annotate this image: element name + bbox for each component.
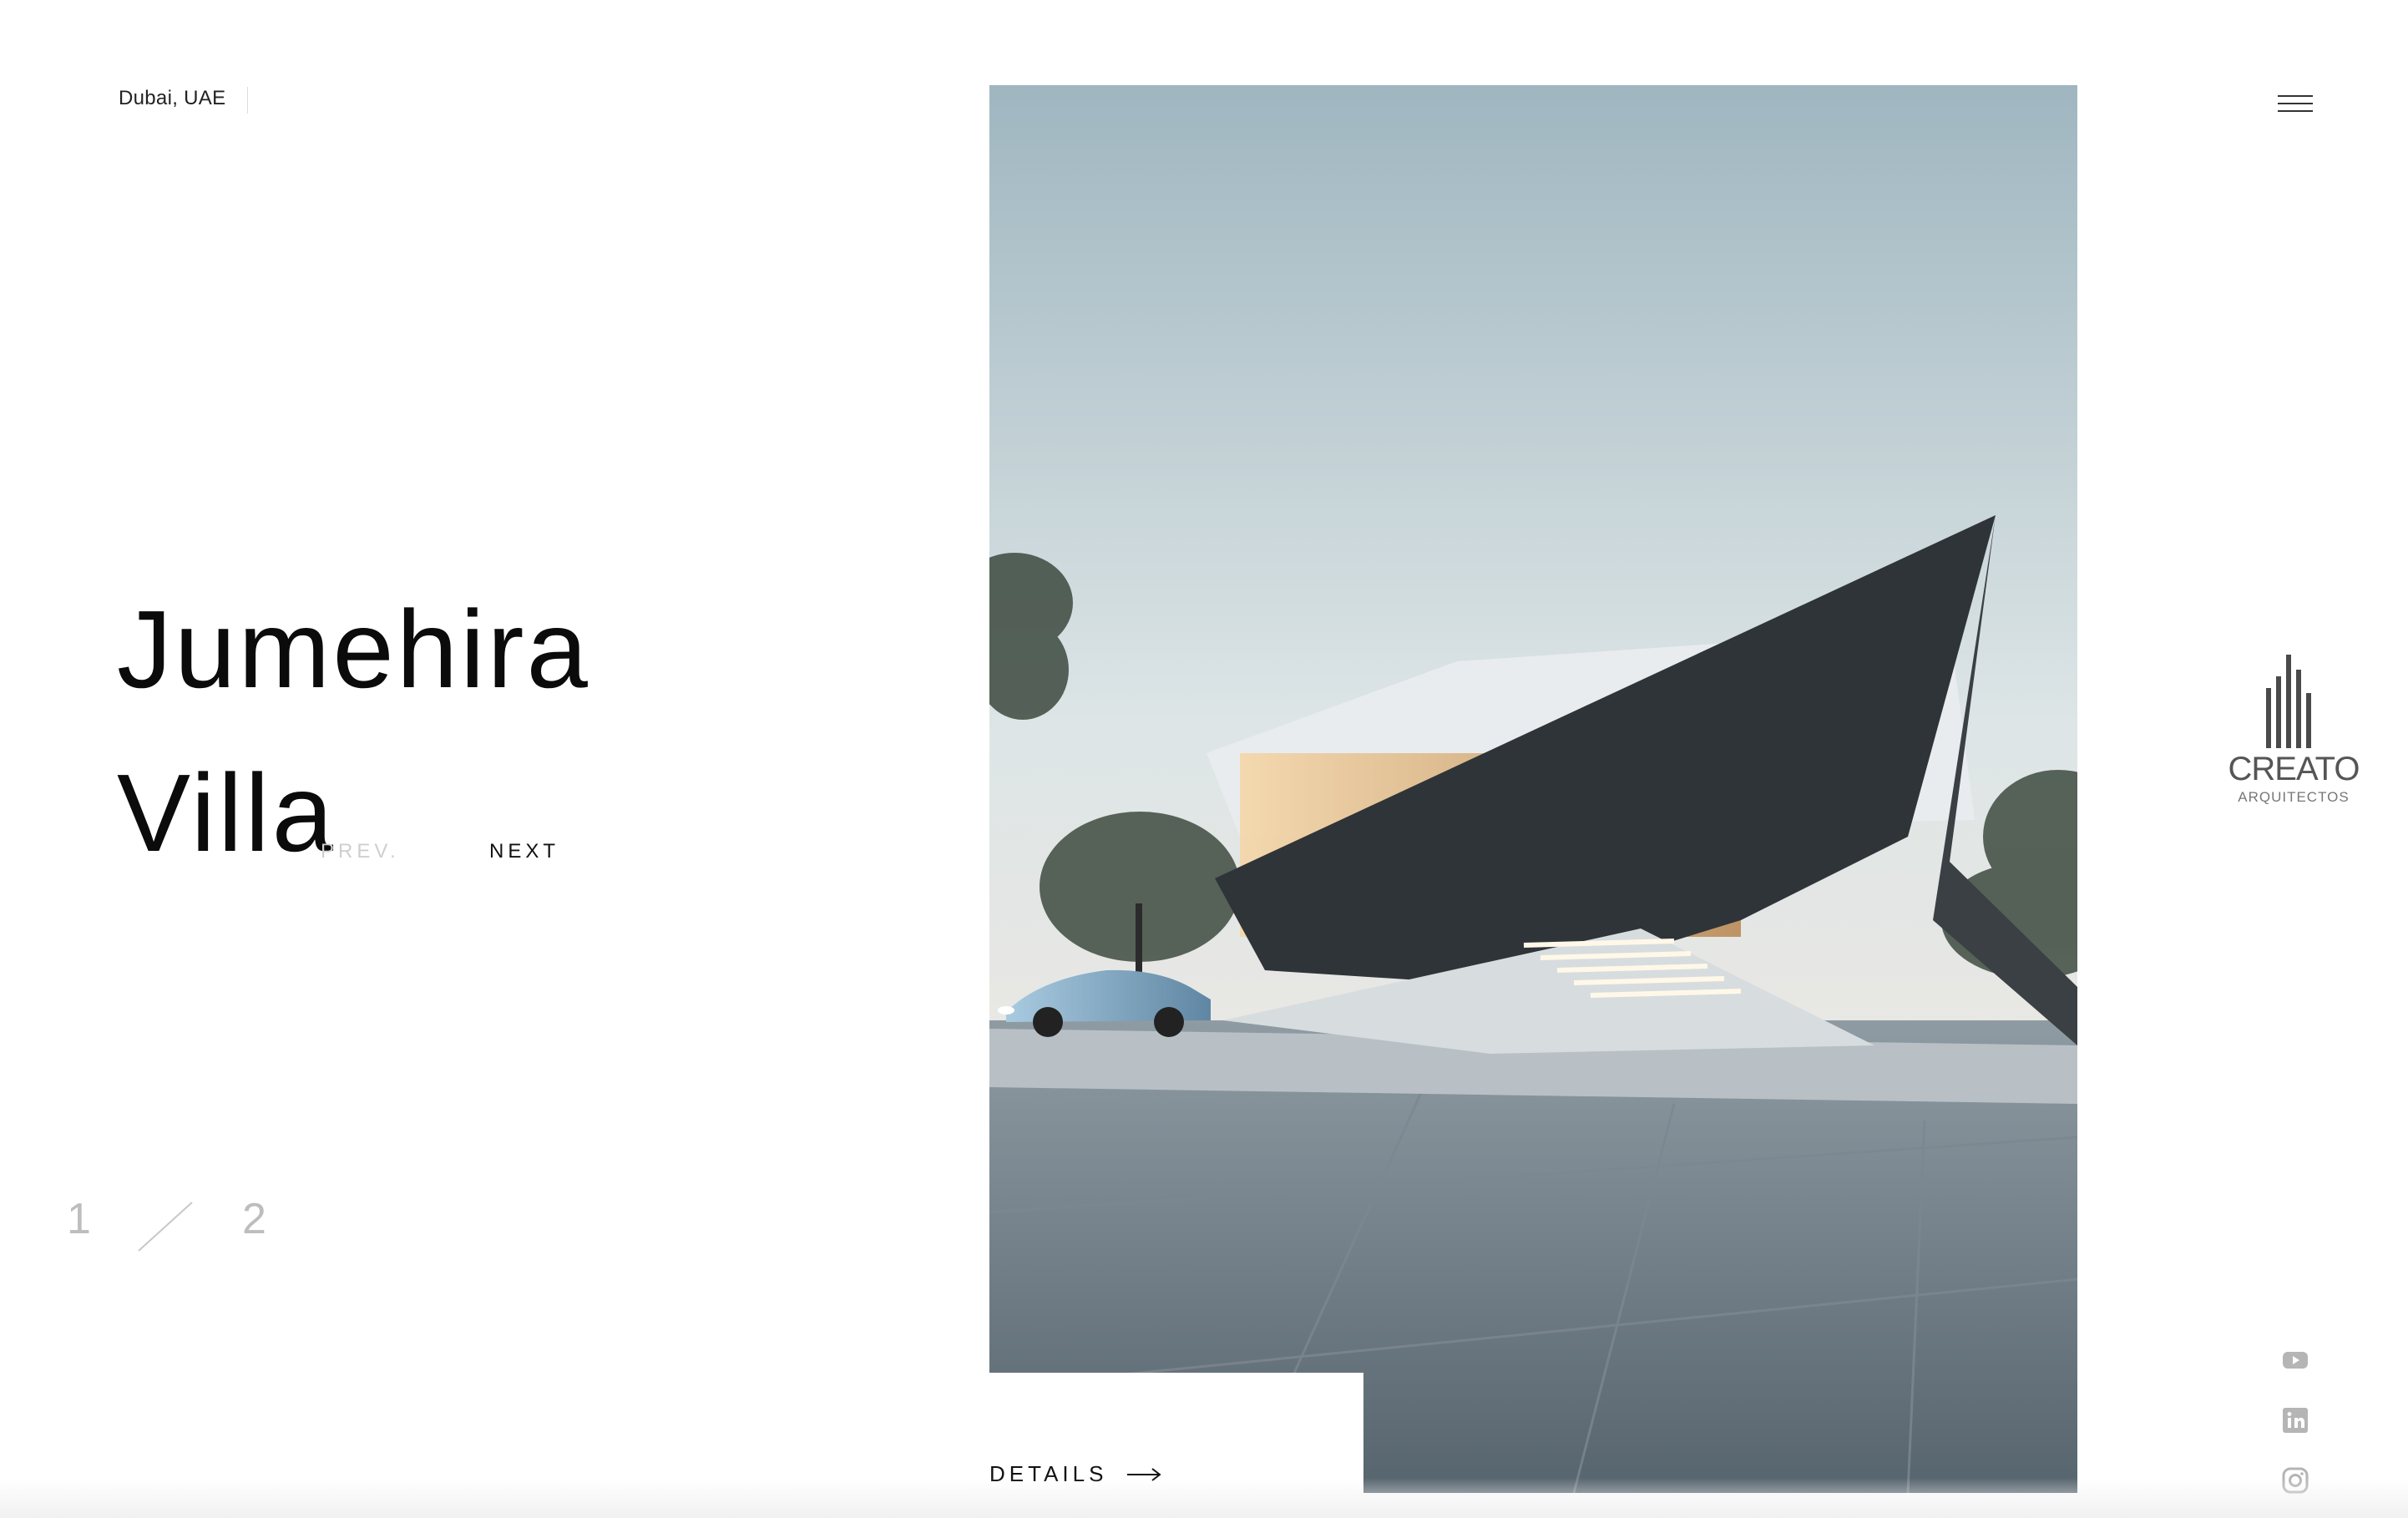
project-title-line-2: Villa: [117, 751, 336, 874]
location-label: Dubai, UAE: [119, 87, 226, 109]
project-hero-image[interactable]: [989, 85, 2077, 1493]
linkedin-icon[interactable]: [2281, 1406, 2309, 1435]
creato-logo[interactable]: CREATO ARQUITECTOS: [2214, 655, 2373, 813]
hamburger-menu-icon[interactable]: [2278, 94, 2313, 115]
pagination-current: 1: [67, 1195, 91, 1243]
next-button[interactable]: NEXT: [489, 840, 559, 863]
bottom-shade: [0, 1478, 2408, 1518]
pagination-total: 2: [242, 1195, 266, 1243]
svg-text:CREATO: CREATO: [2228, 751, 2360, 787]
youtube-icon[interactable]: [2281, 1346, 2309, 1374]
prev-button[interactable]: PREV.: [321, 840, 400, 863]
location-divider: [247, 87, 248, 114]
pagination-slash: [138, 1202, 193, 1252]
project-title-line-1: Jumehira: [117, 588, 590, 711]
svg-text:ARQUITECTOS: ARQUITECTOS: [2238, 789, 2349, 805]
